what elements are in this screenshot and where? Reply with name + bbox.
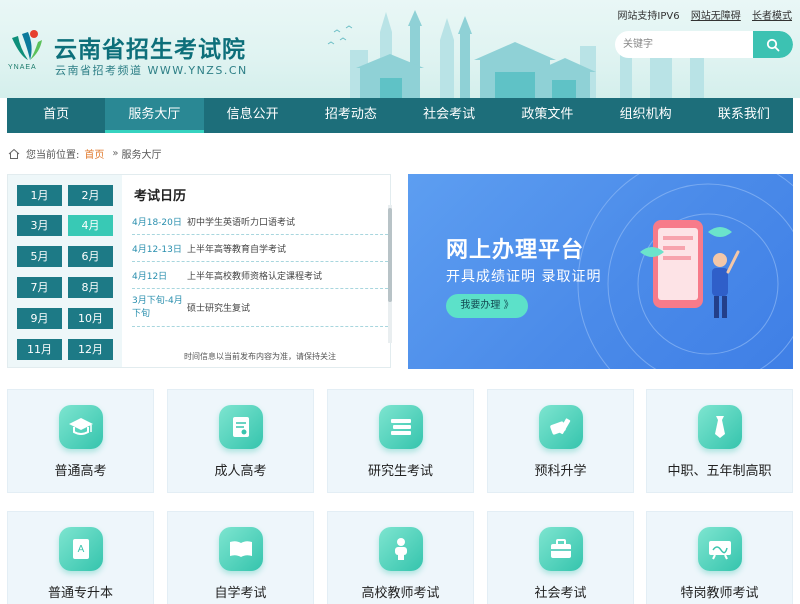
- service-card-label: 高校教师考试: [361, 586, 440, 601]
- service-card-label: 中职、五年制高职: [667, 464, 772, 479]
- nav-item-service-hall[interactable]: 服务大厅: [105, 98, 204, 133]
- ipv6-support-link[interactable]: 网站支持IPV6: [617, 11, 679, 22]
- event-name: 上半年高等教育自学考试: [187, 244, 287, 255]
- nav-item-policy-docs[interactable]: 政策文件: [498, 98, 596, 133]
- blackboard-icon: [698, 527, 742, 571]
- event-date: 4月18-20日: [132, 217, 182, 228]
- teacher-icon: [379, 527, 423, 571]
- search-box: [615, 31, 793, 58]
- service-card-college-teacher[interactable]: 高校教师考试: [327, 511, 474, 604]
- calendar-event[interactable]: 4月12-13日 上半年高等教育自学考试: [132, 235, 388, 262]
- books-icon: [379, 405, 423, 449]
- nav-item-exam-news[interactable]: 招考动态: [302, 98, 400, 133]
- calendar-title: 考试日历: [134, 189, 187, 204]
- service-card-label: 预科升学: [534, 464, 587, 479]
- breadcrumb-current: 服务大厅: [121, 150, 162, 161]
- banner-subtitle: 开具成绩证明 录取证明: [446, 269, 602, 285]
- calendar-event[interactable]: 3月下旬-4月下旬 硕士研究生复试: [132, 289, 388, 327]
- service-card-label: 普通高考: [54, 464, 107, 479]
- month-button-7[interactable]: 7月: [17, 277, 62, 298]
- service-card-upgrade-bachelor[interactable]: A 普通专升本: [7, 511, 154, 604]
- home-icon: [8, 148, 20, 159]
- site-title[interactable]: 云南省招生考试院: [54, 30, 246, 64]
- site-header: YNAEA 云南省招生考试院 云南省招考频道 WWW.YNZS.CN 网站支持I…: [0, 0, 800, 98]
- month-button-12[interactable]: 12月: [68, 339, 113, 360]
- event-date: 4月12-13日: [132, 244, 182, 255]
- service-card-label: 自学考试: [214, 586, 267, 601]
- service-card-label: 研究生考试: [367, 464, 433, 479]
- site-subtitle: 云南省招考频道 WWW.YNZS.CN: [55, 64, 248, 77]
- logo-text: YNAEA: [8, 64, 37, 71]
- month-button-3[interactable]: 3月: [17, 215, 62, 236]
- nav-item-organization[interactable]: 组织机构: [597, 98, 695, 133]
- month-grid: 1月 2月 3月 4月 5月 6月 7月 8月 9月 10月 11月 12月: [8, 175, 122, 367]
- nav-item-home[interactable]: 首页: [7, 98, 105, 133]
- service-card-vocational[interactable]: 中职、五年制高职: [646, 389, 793, 493]
- pencil-ruler-icon: [539, 405, 583, 449]
- event-date: 3月下旬-4月下旬: [132, 295, 183, 319]
- graduation-cap-icon: [59, 405, 103, 449]
- exam-calendar: 1月 2月 3月 4月 5月 6月 7月 8月 9月 10月 11月 12月 考…: [7, 174, 392, 368]
- month-button-10[interactable]: 10月: [68, 308, 113, 329]
- service-card-social-exam[interactable]: 社会考试: [487, 511, 634, 604]
- calendar-scrollbar[interactable]: [388, 205, 392, 343]
- month-button-11[interactable]: 11月: [17, 339, 62, 360]
- service-card-graduate-exam[interactable]: 研究生考试: [327, 389, 474, 493]
- event-name: 上半年高校教师资格认定课程考试: [187, 271, 323, 282]
- elder-mode-link[interactable]: 长者模式: [752, 11, 792, 22]
- nav-item-contact[interactable]: 联系我们: [695, 98, 793, 133]
- breadcrumb-separator: »: [112, 148, 119, 159]
- month-button-8[interactable]: 8月: [68, 277, 113, 298]
- service-card-label: 特岗教师考试: [680, 586, 759, 601]
- event-name: 初中学生英语听力口语考试: [187, 217, 296, 228]
- search-input[interactable]: [615, 31, 755, 58]
- breadcrumb: 您当前位置: 首页 » 服务大厅: [8, 146, 162, 161]
- service-card-regular-gaokao[interactable]: 普通高考: [7, 389, 154, 493]
- month-button-5[interactable]: 5月: [17, 246, 62, 267]
- service-card-label: 成人高考: [214, 464, 267, 479]
- breadcrumb-home-link[interactable]: 首页: [84, 146, 104, 161]
- month-button-6[interactable]: 6月: [68, 246, 113, 267]
- service-card-special-teacher[interactable]: 特岗教师考试: [646, 511, 793, 604]
- accessibility-link[interactable]: 网站无障碍: [691, 11, 741, 22]
- event-date: 4月12日: [132, 271, 168, 282]
- nav-item-social-exams[interactable]: 社会考试: [400, 98, 498, 133]
- phone-person-illustration: [640, 220, 740, 318]
- certificate-icon: [219, 405, 263, 449]
- service-card-preparatory[interactable]: 预科升学: [487, 389, 634, 493]
- month-button-9[interactable]: 9月: [17, 308, 62, 329]
- open-book-icon: [219, 527, 263, 571]
- month-button-1[interactable]: 1月: [17, 185, 62, 206]
- calendar-event[interactable]: 4月12日 上半年高校教师资格认定课程考试: [132, 262, 388, 289]
- calendar-event[interactable]: 4月18-20日 初中学生英语听力口语考试: [132, 208, 388, 235]
- service-card-label: 社会考试: [534, 586, 587, 601]
- service-card-label: 普通专升本: [47, 586, 113, 601]
- scrollbar-thumb[interactable]: [388, 208, 392, 302]
- month-button-2[interactable]: 2月: [68, 185, 113, 206]
- service-card-self-study[interactable]: 自学考试: [167, 511, 314, 604]
- top-links: 网站支持IPV6 网站无障碍 长者模式: [609, 7, 792, 22]
- document-icon: A: [59, 527, 103, 571]
- apply-now-button[interactable]: 我要办理 》: [446, 294, 528, 318]
- nav-item-info-disclosure[interactable]: 信息公开: [204, 98, 302, 133]
- online-service-banner[interactable]: 网上办理平台 开具成绩证明 录取证明 我要办理 》: [408, 174, 793, 369]
- calendar-event-list: 4月18-20日 初中学生英语听力口语考试 4月12-13日 上半年高等教育自学…: [132, 208, 388, 327]
- svg-text:A: A: [78, 544, 85, 555]
- banner-title: 网上办理平台: [446, 238, 585, 263]
- search-icon: [766, 38, 780, 51]
- necktie-icon: [698, 405, 742, 449]
- service-card-adult-gaokao[interactable]: 成人高考: [167, 389, 314, 493]
- main-nav: 首页 服务大厅 信息公开 招考动态 社会考试 政策文件 组织机构 联系我们: [7, 98, 793, 133]
- month-button-4[interactable]: 4月: [68, 215, 113, 236]
- search-button[interactable]: [753, 31, 793, 58]
- breadcrumb-prefix: 您当前位置:: [26, 150, 80, 161]
- ynaea-logo-icon: [12, 30, 42, 60]
- briefcase-icon: [539, 527, 583, 571]
- calendar-note: 时间信息以当前发布内容为准，请保持关注: [184, 352, 336, 361]
- event-name: 硕士研究生复试: [187, 304, 251, 314]
